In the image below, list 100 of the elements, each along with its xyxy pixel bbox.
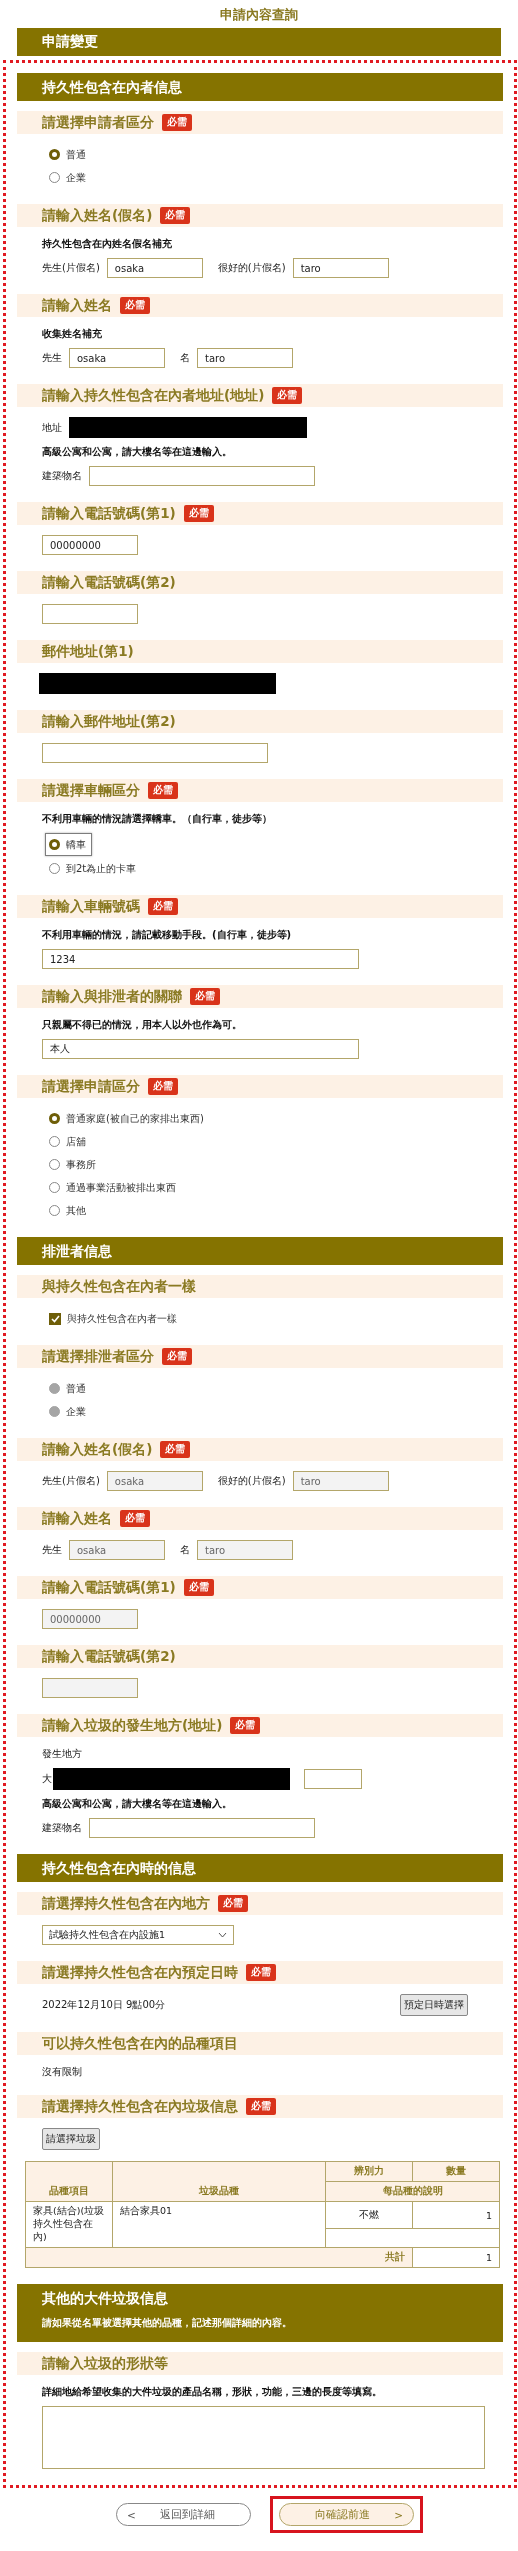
schedule-button[interactable]: 預定日時選擇	[400, 1994, 468, 2016]
field-hint: 收集姓名補充	[42, 327, 103, 341]
required-badge: 必需	[246, 2098, 276, 2115]
required-badge: 必需	[162, 114, 192, 131]
field-label: 請輸入垃圾的形狀等	[42, 2354, 168, 2373]
field-label: 請選擇持久性包含在內垃圾信息	[42, 2097, 238, 2116]
radio-option[interactable]: 普通家庭(被自己的家排出東西)	[45, 1108, 210, 1129]
field-label: 請輸入車輛號碼	[42, 897, 140, 916]
section-title: 持久性包含在內者信息	[42, 78, 183, 97]
section-title: 其他的大件垃圾信息	[42, 2289, 169, 2308]
field-caption: 先生(片假名)	[42, 1474, 100, 1488]
next-button[interactable]: 向確認前進 >	[279, 2503, 414, 2526]
field-caption: 大	[42, 1772, 52, 1786]
field-caption: 很好的(片假名)	[217, 261, 286, 275]
text-field[interactable]	[89, 466, 315, 486]
required-badge: 必需	[148, 898, 178, 915]
text-field[interactable]	[42, 743, 268, 763]
required-badge: 必需	[148, 1078, 178, 1095]
text-field[interactable]: osaka	[69, 348, 165, 368]
field-label: 請選擇持久性包含在內預定日時	[42, 1963, 238, 1982]
required-badge: 必需	[190, 988, 220, 1005]
text-field[interactable]	[304, 1769, 362, 1789]
required-badge: 必需	[230, 1717, 261, 1734]
field-label: 請輸入持久性包含在內者地址(地址)	[42, 386, 265, 405]
back-button[interactable]: < 返回到詳細	[116, 2503, 251, 2526]
dropdown[interactable]: 試驗持久性包含在內設施1	[42, 1925, 234, 1945]
radio-option[interactable]: 到2t為止的卡車	[45, 858, 143, 879]
radio-indicator[interactable]	[49, 1159, 60, 1170]
total-value: 1	[412, 2247, 500, 2268]
radio-option[interactable]: 企業	[45, 167, 92, 188]
textarea-field[interactable]	[42, 2406, 485, 2469]
text-field[interactable]: taro	[197, 348, 293, 368]
radio-indicator[interactable]	[49, 1113, 60, 1124]
field-caption: 先生	[42, 351, 62, 365]
field-hint: 不利用車輛的情況請選擇轎車。（自行車，徒步等）	[42, 812, 273, 826]
field-label: 請選擇持久性包含在內地方	[42, 1894, 210, 1913]
radio-indicator[interactable]	[49, 1182, 60, 1193]
field-label: 請輸入姓名(假名)	[42, 1440, 153, 1459]
field-caption: 建築物名	[42, 469, 82, 483]
field-label: 請選擇申請區分	[42, 1077, 140, 1096]
radio-option[interactable]: 其他	[45, 1200, 92, 1221]
column-header: 垃圾品種	[112, 2161, 326, 2202]
radio-option[interactable]: 轎車	[45, 833, 92, 856]
total-label: 共計	[25, 2247, 413, 2268]
text-field[interactable]: osaka	[106, 258, 203, 278]
text-field[interactable]: 本人	[42, 1039, 359, 1059]
text-field[interactable]: taro	[292, 258, 389, 278]
required-badge: 必需	[148, 782, 178, 799]
field-label: 請輸入垃圾的發生地方(地址)	[42, 1716, 223, 1735]
field-hint: 高級公寓和公寓，請大樓名等在這邊輸入。	[42, 1797, 233, 1811]
radio-indicator[interactable]	[49, 172, 60, 183]
field-label: 請輸入與排泄者的關聯	[42, 987, 182, 1006]
section-title: 排泄者信息	[42, 1242, 113, 1261]
radio-indicator[interactable]	[49, 863, 60, 874]
radio-option[interactable]: 普通	[45, 144, 92, 165]
field-label: 請輸入電話號碼(第1)	[42, 504, 176, 523]
radio-indicator[interactable]	[49, 1205, 60, 1216]
radio-option[interactable]: 店舖	[45, 1131, 92, 1152]
column-header: 辨別力	[325, 2161, 413, 2182]
required-badge: 必需	[218, 1895, 248, 1912]
text-field[interactable]	[89, 1818, 315, 1838]
field-value: 沒有限制	[42, 2065, 83, 2079]
field-label: 郵件地址(第1)	[42, 642, 134, 661]
required-badge: 必需	[120, 297, 150, 314]
required-badge: 必需	[183, 505, 214, 522]
field-caption: 發生地方	[42, 1747, 83, 1761]
field-label: 可以持久性包含在內的品種項目	[42, 2034, 238, 2053]
field-caption: 很好的(片假名)	[217, 1474, 286, 1488]
radio-indicator[interactable]	[49, 839, 60, 850]
checkbox-indicator[interactable]	[49, 1312, 61, 1325]
radio-option[interactable]: 通過事業活動被排出東西	[45, 1177, 182, 1198]
table-cell: 家具(結合)(垃圾持久性包含在內)	[25, 2201, 113, 2248]
datetime-value: 2022年12月10日 9點00分	[42, 1998, 166, 2012]
radio-indicator[interactable]	[49, 1136, 60, 1147]
required-badge: 必需	[160, 1441, 191, 1458]
field-label: 請輸入姓名	[42, 1509, 112, 1528]
text-field[interactable]: 00000000	[42, 535, 138, 555]
radio-option[interactable]: 事務所	[45, 1154, 102, 1175]
field-label: 請輸入姓名(假名)	[42, 206, 153, 225]
field-label: 請輸入電話號碼(第1)	[42, 1578, 176, 1597]
field-caption: 地址	[42, 420, 62, 435]
required-badge: 必需	[162, 1348, 192, 1365]
select-items-button[interactable]: 請選擇垃圾	[42, 2128, 100, 2150]
text-field[interactable]	[42, 604, 138, 624]
radio-indicator[interactable]	[49, 149, 60, 160]
field-label: 請選擇排泄者區分	[42, 1347, 154, 1366]
field-label: 請輸入電話號碼(第2)	[42, 1647, 176, 1666]
page-title: 申請內容查詢	[219, 6, 299, 24]
text-field[interactable]: 1234	[42, 949, 359, 969]
table-cell: 結合家具01	[112, 2201, 326, 2248]
checkbox-option[interactable]: 與持久性包含在內者一樣	[45, 1308, 183, 1329]
required-badge: 必需	[183, 1579, 214, 1596]
field-caption: 名	[180, 1543, 190, 1557]
field-hint: 只親屬不得已的情況，用本人以外也作為可。	[42, 1018, 243, 1032]
chevron-down-icon	[218, 1932, 227, 1938]
column-header: 品種項目	[25, 2161, 113, 2202]
field-hint: 詳細地給希望收集的大件垃圾的產品名稱，形狀，功能，三邊的長度等填寫。	[42, 2385, 383, 2399]
field-label: 與持久性包含在內者一樣	[42, 1277, 196, 1296]
field-label: 請輸入電話號碼(第2)	[42, 573, 176, 592]
field-caption: 先生	[42, 1543, 62, 1557]
